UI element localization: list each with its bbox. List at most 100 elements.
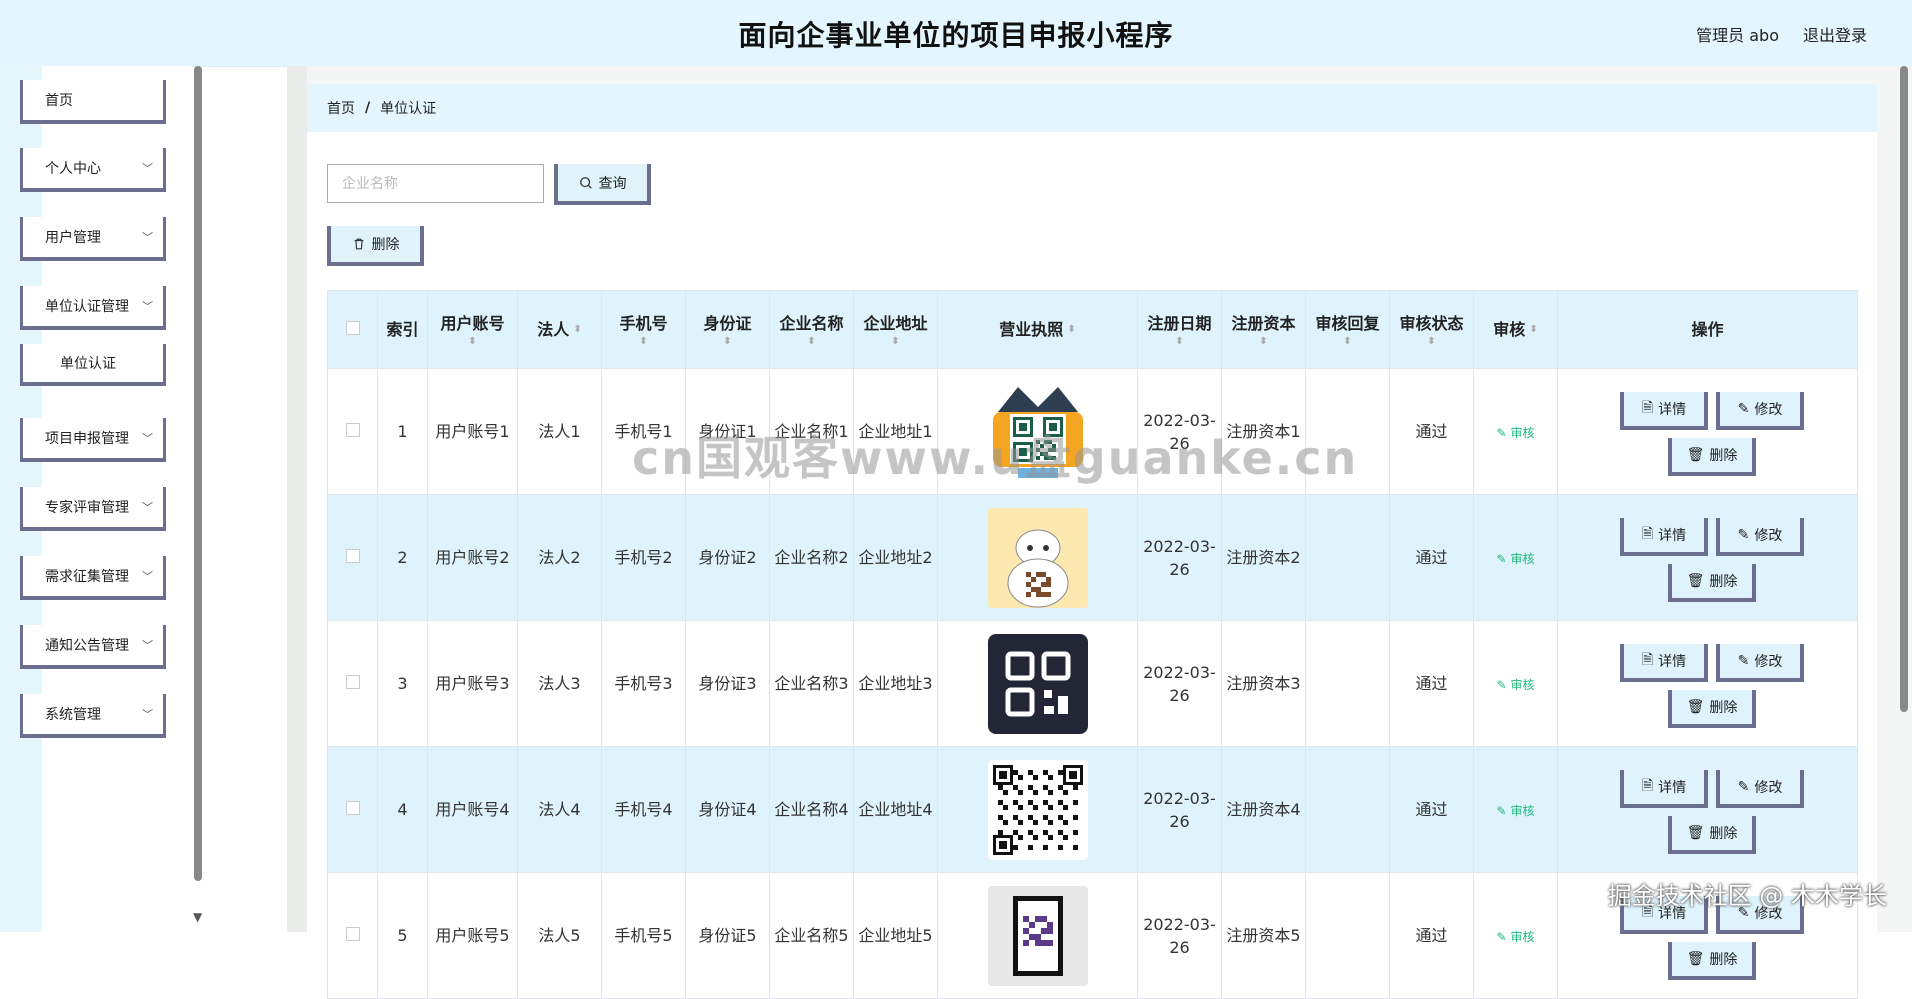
edit-button[interactable]: ✎ 修改 <box>1716 391 1804 430</box>
edit-button[interactable]: ✎ 修改 <box>1716 517 1804 556</box>
page-scrollbar[interactable] <box>1900 66 1908 712</box>
select-all-checkbox[interactable] <box>345 320 360 335</box>
header-account[interactable]: 用户账号 ⬍ <box>427 290 518 369</box>
sort-icon[interactable]: ⬍ <box>1067 324 1075 336</box>
header-review[interactable]: 审核 ⬍ <box>1473 290 1558 369</box>
cell-license[interactable] <box>937 872 1138 999</box>
sidebar-item-label: 项目申报管理 <box>45 431 129 447</box>
cell-company: 企业名称5 <box>769 872 854 999</box>
sidebar-item-label: 个人中心 <box>45 161 101 177</box>
sidebar-item-4[interactable]: 单位认证 <box>20 344 166 386</box>
row-select-cell[interactable] <box>327 620 378 747</box>
header-legal[interactable]: 法人 ⬍ <box>517 290 602 369</box>
qr-dark-icon[interactable] <box>942 633 1133 734</box>
sort-icon[interactable]: ⬍ <box>1226 336 1301 348</box>
review-link[interactable]: ✎ 审核 <box>1497 552 1535 566</box>
sort-icon[interactable]: ⬍ <box>573 324 581 336</box>
sidebar-item-9[interactable]: 系统管理 ﹀ <box>20 694 166 738</box>
row-actions: 🗎 详情 ✎ 修改 🗑 删除 <box>1562 634 1853 734</box>
delete-button[interactable]: 🗑 删除 <box>1668 941 1756 980</box>
header-license[interactable]: 营业执照 ⬍ <box>937 290 1138 369</box>
detail-button[interactable]: 🗎 详情 <box>1620 769 1708 808</box>
header-status[interactable]: 审核状态 ⬍ <box>1389 290 1474 369</box>
sidebar-scrollbar[interactable] <box>194 66 202 881</box>
header-reply[interactable]: 审核回复 ⬍ <box>1305 290 1390 369</box>
cell-company: 企业名称4 <box>769 746 854 873</box>
delete-button[interactable]: 🗑 删除 <box>1668 815 1756 854</box>
breadcrumb-current: 单位认证 <box>380 101 437 117</box>
sort-icon[interactable]: ⬍ <box>1394 336 1469 348</box>
row-checkbox[interactable] <box>345 675 360 689</box>
row-select-cell[interactable] <box>327 494 378 621</box>
sidebar-item-8[interactable]: 通知公告管理 ﹀ <box>20 625 166 669</box>
header-phone[interactable]: 手机号 ⬍ <box>601 290 686 369</box>
row-checkbox[interactable] <box>345 549 360 563</box>
sort-icon[interactable]: ⬍ <box>1142 336 1217 348</box>
qr-cartoon-icon[interactable] <box>942 507 1133 608</box>
qr-frame-icon[interactable] <box>942 885 1133 986</box>
cell-license[interactable] <box>937 368 1138 495</box>
header-regdate[interactable]: 注册日期 ⬍ <box>1137 290 1222 369</box>
sort-icon[interactable]: ⬍ <box>774 336 849 348</box>
sort-icon[interactable]: ⬍ <box>690 336 765 348</box>
sidebar-item-0[interactable]: 首页 <box>20 80 166 124</box>
sidebar-item-7[interactable]: 需求征集管理 ﹀ <box>20 556 166 600</box>
sort-icon[interactable]: ⬍ <box>1310 336 1385 348</box>
row-select-cell[interactable] <box>327 746 378 873</box>
row-checkbox[interactable] <box>345 423 360 437</box>
sidebar-item-5[interactable]: 项目申报管理 ﹀ <box>20 418 166 462</box>
cell-address: 企业地址3 <box>853 620 938 747</box>
review-link[interactable]: ✎ 审核 <box>1497 426 1535 440</box>
row-select-cell[interactable] <box>327 872 378 999</box>
header-index[interactable]: 索引 <box>377 290 428 369</box>
row-checkbox[interactable] <box>345 927 360 941</box>
edit-button[interactable]: ✎ 修改 <box>1716 643 1804 682</box>
header-company[interactable]: 企业名称 ⬍ <box>769 290 854 369</box>
cell-license[interactable] <box>937 746 1138 873</box>
sidebar-item-3[interactable]: 单位认证管理 ﹀ <box>20 286 166 330</box>
header-address[interactable]: 企业地址 ⬍ <box>853 290 938 369</box>
scroll-down-arrow-icon[interactable]: ▼ <box>193 910 202 924</box>
cell-idcard: 身份证3 <box>685 620 770 747</box>
app-header: 面向企事业单位的项目申报小程序 管理员 abo 退出登录 <box>0 0 1912 67</box>
sidebar-item-1[interactable]: 个人中心 ﹀ <box>20 148 166 192</box>
cell-license[interactable] <box>937 620 1138 747</box>
edit-pencil-icon: ✎ <box>1737 526 1750 543</box>
company-name-search-input[interactable] <box>327 164 544 203</box>
review-link[interactable]: ✎ 审核 <box>1497 804 1535 818</box>
detail-button-label: 详情 <box>1658 653 1687 670</box>
select-all-header[interactable] <box>327 290 378 369</box>
edit-button[interactable]: ✎ 修改 <box>1716 769 1804 808</box>
detail-button[interactable]: 🗎 详情 <box>1620 517 1708 556</box>
qr-code-icon[interactable] <box>942 759 1133 860</box>
breadcrumb-home[interactable]: 首页 <box>327 98 355 118</box>
sort-icon[interactable]: ⬍ <box>1529 324 1537 336</box>
delete-button[interactable]: 🗑 删除 <box>1668 437 1756 476</box>
cell-actions: 🗎 详情 ✎ 修改 🗑 删除 <box>1557 620 1858 747</box>
logout-link[interactable]: 退出登录 <box>1803 22 1867 46</box>
delete-button[interactable]: 🗑 删除 <box>1668 563 1756 602</box>
sort-icon[interactable]: ⬍ <box>432 336 513 348</box>
qr-robot-icon[interactable] <box>942 381 1133 482</box>
sidebar-item-2[interactable]: 用户管理 ﹀ <box>20 217 166 261</box>
sort-icon[interactable]: ⬍ <box>606 336 681 348</box>
sidebar-item-6[interactable]: 专家评审管理 ﹀ <box>20 487 166 531</box>
row-checkbox[interactable] <box>345 801 360 815</box>
edit-button-label: 修改 <box>1754 401 1783 418</box>
row-select-cell[interactable] <box>327 368 378 495</box>
review-link[interactable]: ✎ 审核 <box>1497 678 1535 692</box>
review-link[interactable]: ✎ 审核 <box>1497 930 1535 944</box>
header-idcard[interactable]: 身份证 ⬍ <box>685 290 770 369</box>
sort-icon[interactable]: ⬍ <box>858 336 933 348</box>
edit-button-label: 修改 <box>1754 779 1783 796</box>
header-capital[interactable]: 注册资本 ⬍ <box>1221 290 1306 369</box>
batch-delete-button[interactable]: 删除 <box>327 226 424 266</box>
chevron-down-icon: ﹀ <box>142 639 153 652</box>
cell-review: ✎ 审核 <box>1473 620 1558 747</box>
delete-button[interactable]: 🗑 删除 <box>1668 689 1756 728</box>
query-button[interactable]: 查询 <box>554 164 651 205</box>
detail-button[interactable]: 🗎 详情 <box>1620 643 1708 682</box>
document-icon: 🗎 <box>1641 399 1654 416</box>
cell-license[interactable] <box>937 494 1138 621</box>
detail-button[interactable]: 🗎 详情 <box>1620 391 1708 430</box>
